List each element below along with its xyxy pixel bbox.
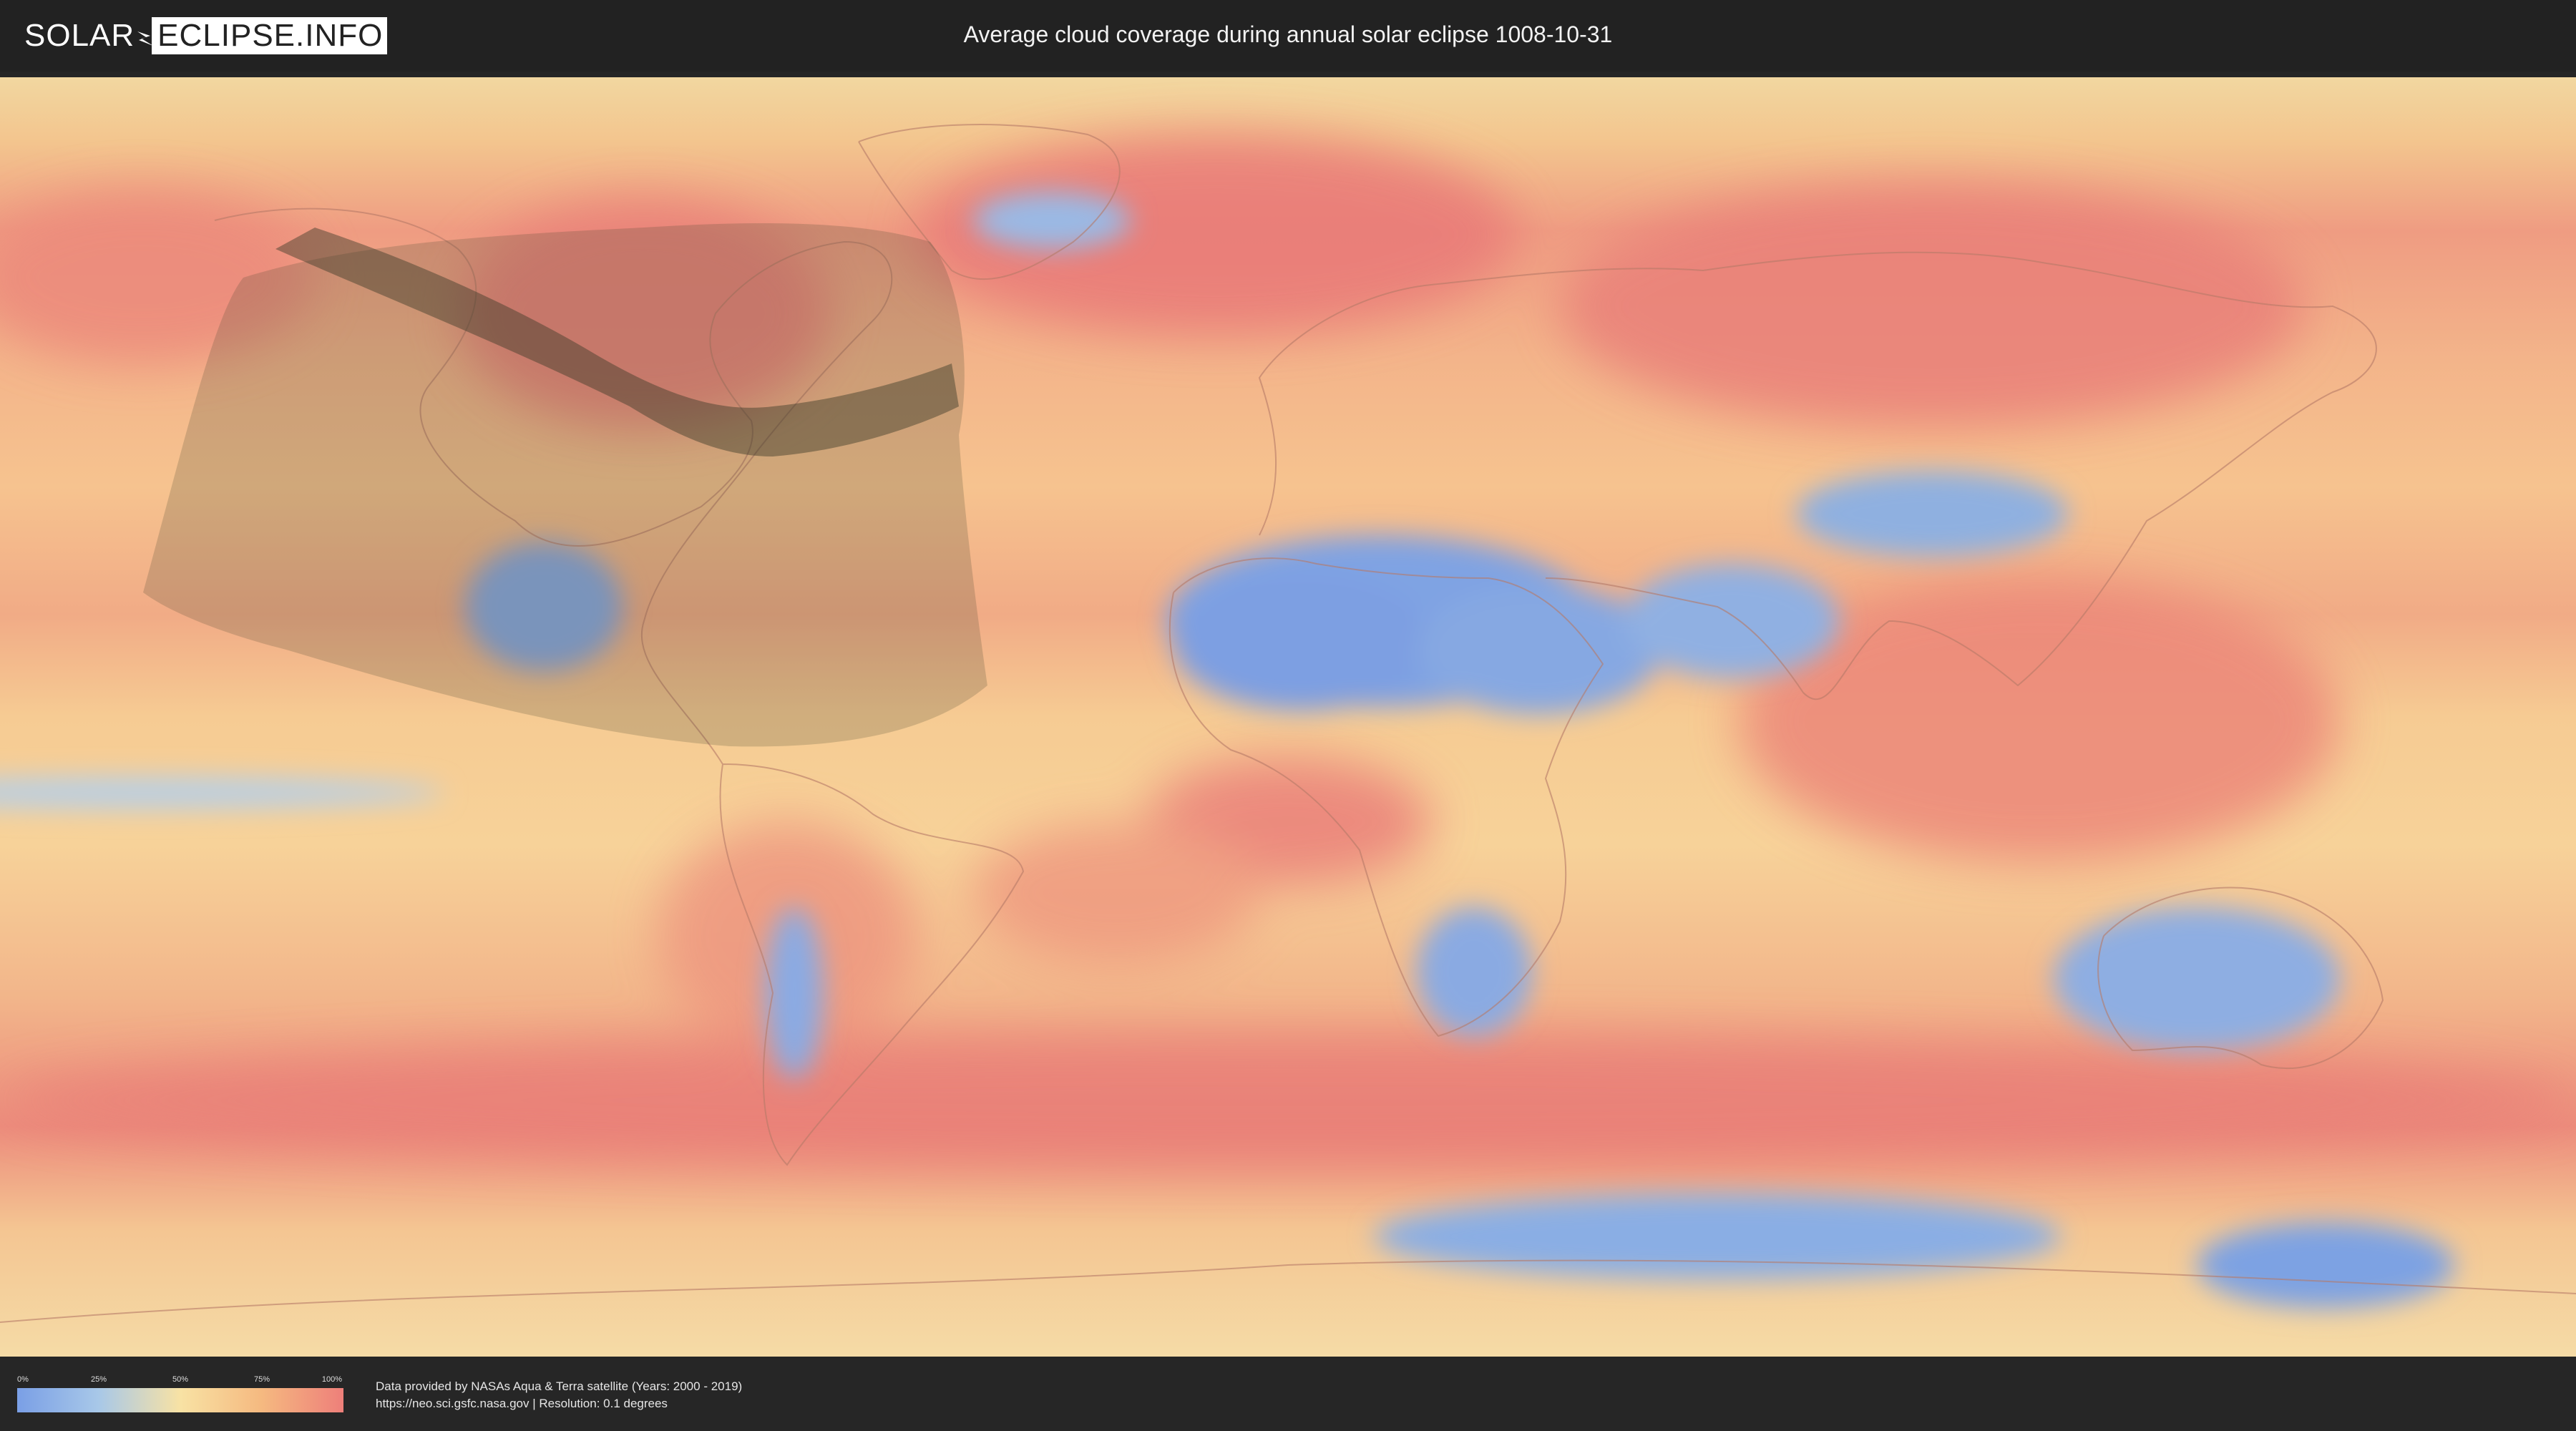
header-bar: SOLAR ECLIPSE.INFO Average cloud coverag… xyxy=(0,0,2576,72)
map-canvas xyxy=(0,77,2576,1357)
legend-tick-75: 75% xyxy=(253,1375,270,1384)
data-credits: Data provided by NASAs Aqua & Terra sate… xyxy=(376,1378,742,1412)
legend-tick-0: 0% xyxy=(17,1375,29,1384)
legend-tick-100: 100% xyxy=(321,1375,343,1384)
page-title: Average cloud coverage during annual sol… xyxy=(963,21,1613,47)
footer-bar: 0% 25% 50% 75% 100% Data provided by NAS… xyxy=(0,1359,2576,1431)
legend-tick-25: 25% xyxy=(90,1375,107,1384)
cloud-coverage-legend: 0% 25% 50% 75% 100% xyxy=(17,1375,343,1412)
credit-line-source: Data provided by NASAs Aqua & Terra sate… xyxy=(376,1379,743,1393)
legend-ticks: 0% 25% 50% 75% 100% xyxy=(17,1375,343,1388)
credit-line-url[interactable]: https://neo.sci.gsfc.nasa.gov | Resoluti… xyxy=(376,1395,742,1412)
world-cloud-map[interactable] xyxy=(0,77,2576,1357)
legend-tick-50: 50% xyxy=(172,1375,189,1384)
legend-color-bar xyxy=(17,1388,343,1412)
